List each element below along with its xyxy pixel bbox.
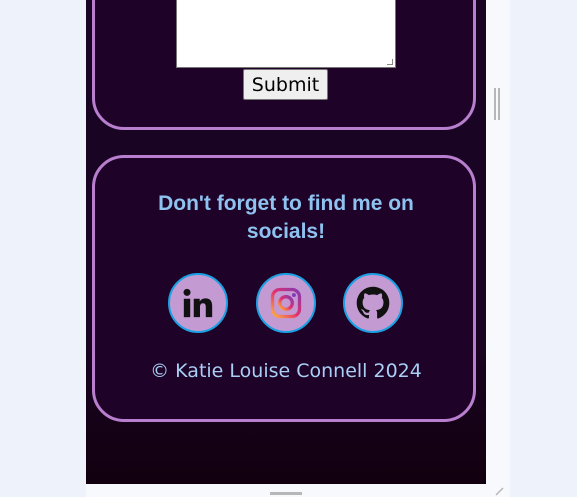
copyright-text: © Katie Louise Connell 2024 (150, 360, 422, 382)
submit-button[interactable]: Submit (243, 69, 328, 100)
github-link[interactable] (343, 273, 403, 333)
instagram-icon (270, 287, 302, 319)
scroll-track[interactable] (486, 0, 510, 497)
resize-handle-icon[interactable] (494, 486, 504, 496)
message-textarea[interactable] (176, 0, 396, 68)
socials-heading: Don't forget to find me on socials! (158, 192, 414, 243)
horizontal-scroll-track[interactable] (86, 484, 510, 497)
horizontal-scrollbar-grip[interactable] (270, 492, 302, 495)
linkedin-icon (183, 288, 213, 318)
linkedin-link[interactable] (168, 273, 228, 333)
scrollbar-grip[interactable] (494, 88, 500, 120)
instagram-link[interactable] (256, 273, 316, 333)
github-icon (356, 286, 390, 319)
